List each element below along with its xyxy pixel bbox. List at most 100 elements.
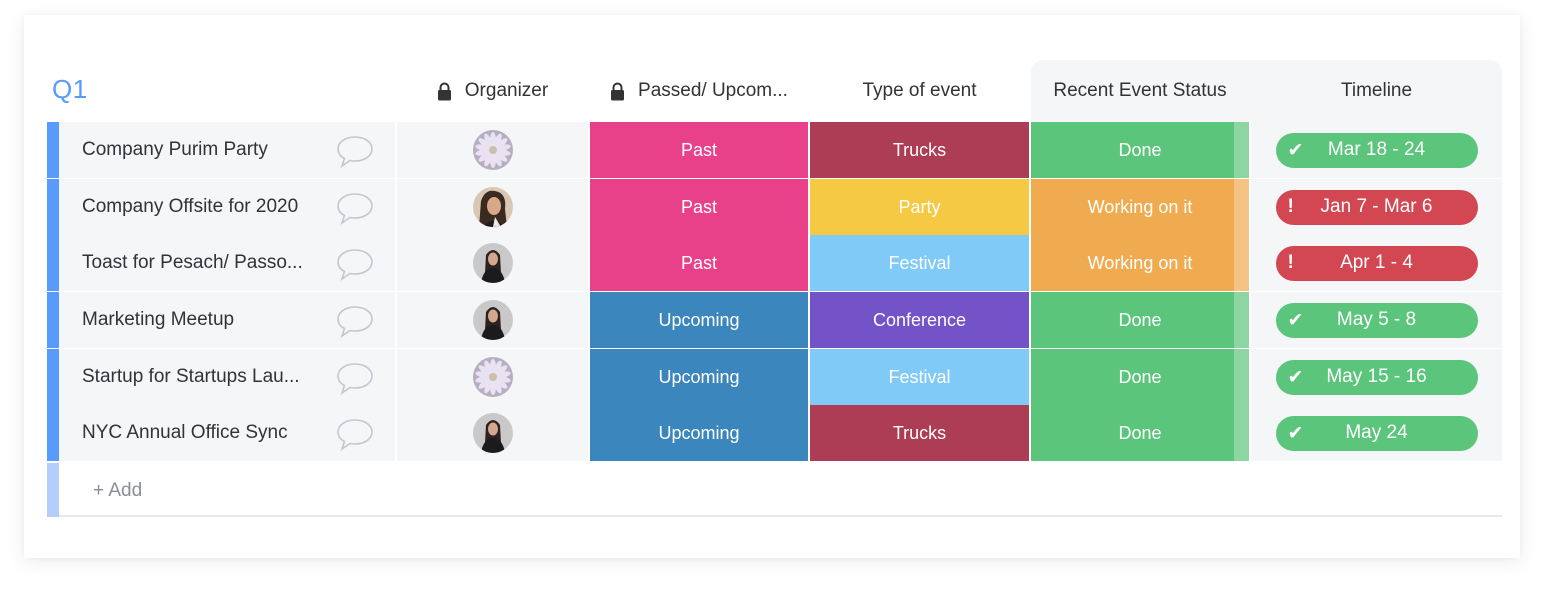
status-fold-strip bbox=[1234, 405, 1249, 461]
column-header-label: Type of event bbox=[862, 80, 977, 101]
column-header-label: Organizer bbox=[464, 80, 549, 101]
event-type-cell[interactable]: Party bbox=[810, 179, 1029, 235]
status-label: Done bbox=[1118, 366, 1162, 387]
item-name-cell[interactable]: Startup for Startups Lau... bbox=[59, 349, 395, 405]
comment-bubble-icon[interactable] bbox=[335, 191, 375, 227]
comment-bubble-icon[interactable] bbox=[335, 417, 375, 453]
organizer-cell[interactable] bbox=[397, 235, 588, 291]
organizer-cell[interactable] bbox=[397, 122, 588, 178]
item-name-cell[interactable]: Marketing Meetup bbox=[59, 292, 395, 348]
table-row[interactable]: Marketing Meetup Upcoming Conference Done ✔ M… bbox=[47, 292, 1502, 348]
item-name-cell[interactable]: Company Purim Party bbox=[59, 122, 395, 178]
timeline-cell[interactable]: ✔ May 15 - 16 bbox=[1251, 349, 1502, 405]
comment-bubble-icon[interactable] bbox=[335, 247, 375, 283]
add-item-button[interactable]: + Add bbox=[93, 480, 142, 502]
passed-upcoming-label: Upcoming bbox=[658, 309, 740, 330]
event-type-label: Trucks bbox=[892, 139, 947, 160]
passed-upcoming-cell[interactable]: Past bbox=[590, 122, 808, 178]
column-header-label: Recent Event Status bbox=[1053, 80, 1227, 101]
timeline-pill[interactable]: ✔ Mar 18 - 24 bbox=[1275, 132, 1478, 168]
column-header-timeline[interactable]: Timeline bbox=[1251, 78, 1502, 104]
table-row[interactable]: Toast for Pesach/ Passo... Past Festival Wo… bbox=[47, 235, 1502, 291]
passed-upcoming-cell[interactable]: Upcoming bbox=[590, 405, 808, 461]
status-fold-strip bbox=[1234, 292, 1249, 348]
passed-upcoming-cell[interactable]: Past bbox=[590, 235, 808, 291]
item-name[interactable]: Marketing Meetup bbox=[82, 309, 322, 331]
organizer-avatar[interactable] bbox=[472, 300, 513, 340]
item-name[interactable]: Toast for Pesach/ Passo... bbox=[82, 252, 322, 274]
add-item-row[interactable]: + Add bbox=[47, 463, 1502, 517]
timeline-cell[interactable]: ✔ May 24 bbox=[1251, 405, 1502, 461]
timeline-cell[interactable]: ✔ May 5 - 8 bbox=[1251, 292, 1502, 348]
status-cell[interactable]: Working on it bbox=[1031, 235, 1249, 291]
table-row[interactable]: Startup for Startups Lau... Upcoming Festi… bbox=[47, 349, 1502, 405]
table-row[interactable]: NYC Annual Office Sync Upcoming Trucks Done… bbox=[47, 405, 1502, 461]
organizer-cell[interactable] bbox=[397, 349, 588, 405]
comment-bubble-icon[interactable] bbox=[335, 304, 375, 340]
passed-upcoming-label: Upcoming bbox=[658, 422, 740, 443]
event-type-cell[interactable]: Festival bbox=[810, 235, 1029, 291]
timeline-cell[interactable]: ! Jan 7 - Mar 6 bbox=[1251, 179, 1502, 235]
status-fold-strip bbox=[1234, 349, 1249, 405]
item-name[interactable]: NYC Annual Office Sync bbox=[82, 422, 322, 444]
passed-upcoming-label: Upcoming bbox=[658, 366, 740, 387]
timeline-pill[interactable]: ✔ May 5 - 8 bbox=[1275, 302, 1478, 338]
status-cell[interactable]: Done bbox=[1031, 349, 1249, 405]
organizer-avatar[interactable] bbox=[472, 413, 513, 453]
check-icon: ✔ bbox=[1287, 422, 1304, 444]
timeline-range: Jan 7 - Mar 6 bbox=[1320, 196, 1433, 217]
item-name[interactable]: Company Offsite for 2020 bbox=[82, 196, 322, 218]
organizer-avatar[interactable] bbox=[472, 187, 513, 227]
table-row[interactable]: Company Purim Party Past Trucks Done ✔ Mar 18… bbox=[47, 122, 1502, 178]
column-header-organizer[interactable]: Organizer bbox=[397, 78, 588, 104]
status-label: Done bbox=[1118, 309, 1162, 330]
event-type-cell[interactable]: Trucks bbox=[810, 122, 1029, 178]
timeline-range: May 15 - 16 bbox=[1326, 366, 1427, 387]
organizer-avatar[interactable] bbox=[472, 243, 513, 283]
timeline-cell[interactable]: ! Apr 1 - 4 bbox=[1251, 235, 1502, 291]
group-color-bar bbox=[47, 292, 59, 348]
column-header-passed-upcoming[interactable]: Passed/ Upcom... bbox=[590, 78, 808, 104]
item-name-cell[interactable]: Toast for Pesach/ Passo... bbox=[59, 235, 395, 291]
column-header-type-of-event[interactable]: Type of event bbox=[810, 78, 1029, 104]
event-type-label: Party bbox=[898, 196, 941, 217]
organizer-avatar[interactable] bbox=[472, 130, 513, 170]
timeline-pill[interactable]: ! Jan 7 - Mar 6 bbox=[1275, 189, 1478, 225]
passed-upcoming-cell[interactable]: Upcoming bbox=[590, 349, 808, 405]
timeline-range: Mar 18 - 24 bbox=[1327, 139, 1426, 160]
organizer-avatar[interactable] bbox=[472, 357, 513, 397]
passed-upcoming-cell[interactable]: Past bbox=[590, 179, 808, 235]
comment-bubble-icon[interactable] bbox=[335, 134, 375, 170]
timeline-pill[interactable]: ! Apr 1 - 4 bbox=[1275, 245, 1478, 281]
table-row[interactable]: Company Offsite for 2020 Past Party Working… bbox=[47, 179, 1502, 235]
organizer-cell[interactable] bbox=[397, 179, 588, 235]
timeline-range: May 5 - 8 bbox=[1336, 309, 1417, 330]
timeline-cell[interactable]: ✔ Mar 18 - 24 bbox=[1251, 122, 1502, 178]
status-fold-strip bbox=[1234, 235, 1249, 291]
group-title[interactable]: Q1 bbox=[52, 74, 88, 105]
organizer-cell[interactable] bbox=[397, 292, 588, 348]
group-color-bar bbox=[47, 463, 59, 517]
item-name-cell[interactable]: Company Offsite for 2020 bbox=[59, 179, 395, 235]
column-header-label: Timeline bbox=[1340, 80, 1413, 101]
lock-icon bbox=[610, 82, 625, 101]
event-type-cell[interactable]: Trucks bbox=[810, 405, 1029, 461]
event-type-cell[interactable]: Festival bbox=[810, 349, 1029, 405]
item-name[interactable]: Company Purim Party bbox=[82, 139, 322, 161]
status-cell[interactable]: Done bbox=[1031, 122, 1249, 178]
status-cell[interactable]: Working on it bbox=[1031, 179, 1249, 235]
status-cell[interactable]: Done bbox=[1031, 292, 1249, 348]
group-color-bar bbox=[47, 122, 59, 178]
comment-bubble-icon[interactable] bbox=[335, 361, 375, 397]
event-type-cell[interactable]: Conference bbox=[810, 292, 1029, 348]
timeline-pill[interactable]: ✔ May 24 bbox=[1275, 415, 1478, 451]
group-color-bar bbox=[47, 405, 59, 461]
item-name[interactable]: Startup for Startups Lau... bbox=[82, 366, 322, 388]
column-header-recent-event-status[interactable]: Recent Event Status bbox=[1031, 78, 1249, 104]
status-fold-strip bbox=[1234, 179, 1249, 235]
passed-upcoming-cell[interactable]: Upcoming bbox=[590, 292, 808, 348]
timeline-pill[interactable]: ✔ May 15 - 16 bbox=[1275, 359, 1478, 395]
organizer-cell[interactable] bbox=[397, 405, 588, 461]
status-cell[interactable]: Done bbox=[1031, 405, 1249, 461]
item-name-cell[interactable]: NYC Annual Office Sync bbox=[59, 405, 395, 461]
